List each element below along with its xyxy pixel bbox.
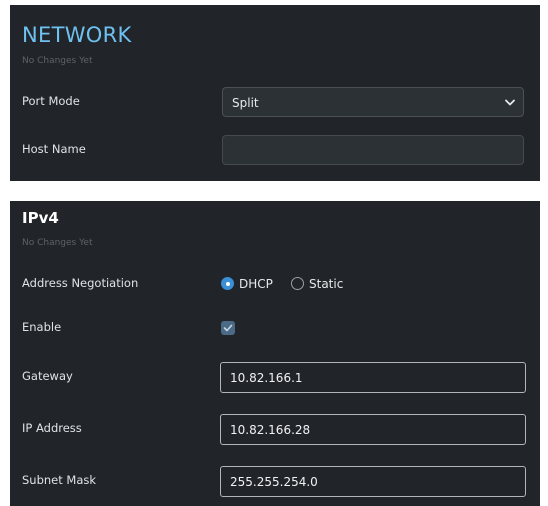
ipv4-panel: IPv4 No Changes Yet Address Negotiation … — [10, 201, 540, 506]
port-mode-label: Port Mode — [22, 94, 80, 108]
check-icon — [223, 324, 233, 332]
gateway-label: Gateway — [22, 369, 73, 383]
address-negotiation-label: Address Negotiation — [22, 276, 139, 290]
radio-static-label: Static — [309, 277, 344, 291]
gateway-input[interactable] — [220, 362, 526, 393]
port-mode-select[interactable]: Split — [222, 87, 524, 117]
subnet-mask-label: Subnet Mask — [22, 473, 97, 487]
ip-address-input[interactable] — [220, 414, 526, 445]
host-name-label: Host Name — [22, 142, 86, 156]
radio-dhcp[interactable]: DHCP — [221, 277, 285, 293]
enable-label: Enable — [22, 320, 62, 334]
ip-address-label: IP Address — [22, 421, 82, 435]
radio-dhcp-label: DHCP — [239, 277, 273, 291]
radio-unselected-icon — [291, 277, 304, 290]
radio-static[interactable]: Static — [291, 277, 351, 293]
subnet-mask-input[interactable] — [220, 466, 526, 497]
port-mode-value: Split — [232, 96, 259, 110]
host-name-input[interactable] — [222, 135, 524, 165]
ipv4-title: IPv4 — [22, 209, 59, 227]
ipv4-status: No Changes Yet — [22, 238, 93, 248]
network-status: No Changes Yet — [22, 56, 93, 66]
enable-checkbox[interactable] — [221, 321, 235, 335]
radio-selected-icon — [221, 277, 234, 290]
chevron-down-icon — [505, 99, 515, 106]
network-panel: NETWORK No Changes Yet Port Mode Split H… — [10, 5, 540, 181]
network-title: NETWORK — [22, 23, 132, 47]
